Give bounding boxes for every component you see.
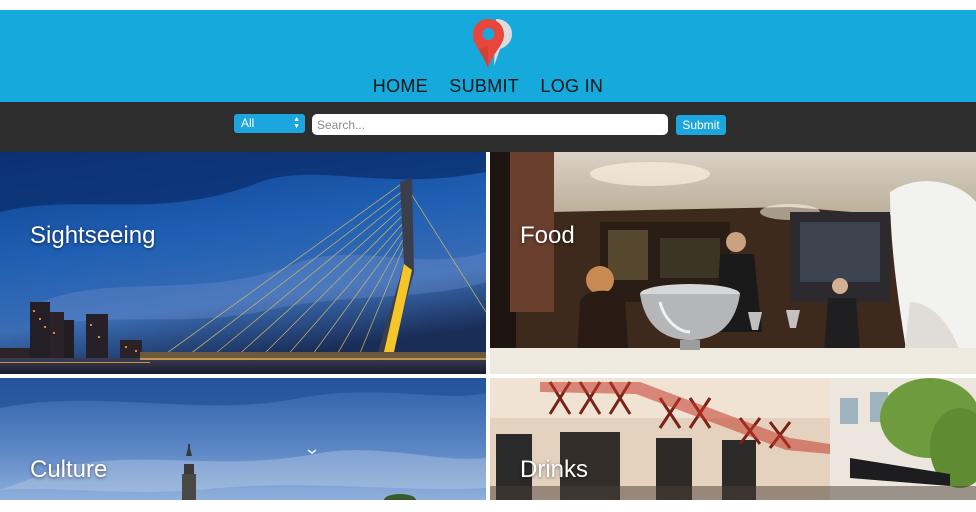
sightseeing-photo bbox=[0, 152, 486, 374]
food-photo bbox=[490, 152, 976, 374]
search-submit-button[interactable]: Submit bbox=[676, 115, 726, 135]
site-header: HOME SUBMIT LOG IN bbox=[0, 10, 976, 102]
main-nav: HOME SUBMIT LOG IN bbox=[0, 76, 976, 97]
tile-label-food: Food bbox=[520, 222, 575, 249]
tile-label-sightseeing: Sightseeing bbox=[30, 222, 156, 249]
category-tile-food[interactable]: Food bbox=[490, 152, 976, 374]
nav-submit-link[interactable]: SUBMIT bbox=[449, 76, 519, 97]
category-select-value: All bbox=[241, 116, 255, 130]
category-select[interactable]: All ▲ ▼ bbox=[234, 114, 305, 133]
nav-home-link[interactable]: HOME bbox=[373, 76, 428, 97]
location-pin-logo-icon[interactable] bbox=[470, 16, 514, 70]
nav-login-link[interactable]: LOG IN bbox=[540, 76, 603, 97]
category-tile-drinks[interactable]: Drinks bbox=[490, 378, 976, 500]
up-down-arrows-icon: ▲ ▼ bbox=[293, 116, 300, 130]
tile-label-drinks: Drinks bbox=[520, 456, 589, 483]
category-tile-sightseeing[interactable]: Sightseeing bbox=[0, 152, 486, 374]
category-tile-culture[interactable]: Culture bbox=[0, 378, 486, 500]
tile-label-culture: Culture bbox=[30, 456, 108, 483]
search-bar: All ▲▼ Submit bbox=[0, 102, 976, 152]
page: HOME SUBMIT LOG IN All ▲▼ Submit bbox=[0, 0, 976, 512]
search-input[interactable] bbox=[312, 114, 668, 135]
